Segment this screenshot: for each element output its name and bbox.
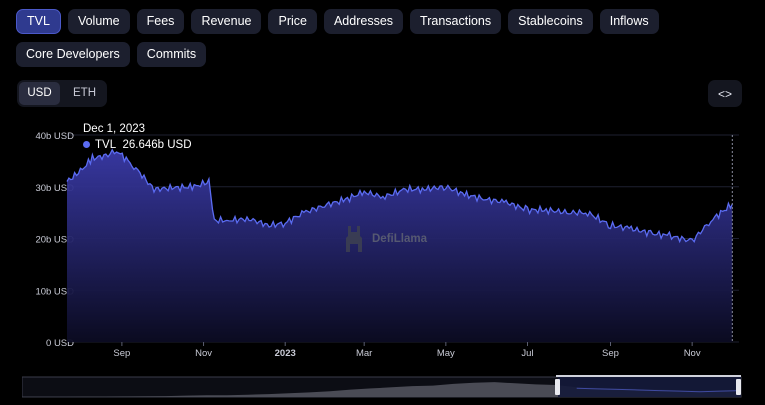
tooltip-value: 26.646b USD [122,139,192,151]
x-tick-label: Jul [521,348,533,359]
slider-left-handle[interactable] [555,379,560,395]
tab-stablecoins[interactable]: Stablecoins [508,9,593,34]
tab-price[interactable]: Price [268,9,317,34]
x-tick-label: 2023 [275,348,296,359]
llama-logo-icon [346,226,362,252]
y-tick-label: 40b USD [35,131,74,142]
tab-inflows[interactable]: Inflows [599,9,659,34]
tab-revenue[interactable]: Revenue [191,9,262,34]
x-tick-label: Mar [356,348,372,359]
x-axis: Sep Nov 2023 Mar May Jul Sep Nov [113,342,701,359]
tab-addresses[interactable]: Addresses [323,9,404,34]
range-slider[interactable] [22,375,742,399]
tab-commits[interactable]: Commits [136,42,207,67]
x-tick-label: Sep [113,348,130,359]
x-tick-label: Nov [684,348,701,359]
tooltip-row: TVL 26.646b USD [83,137,192,153]
tab-volume[interactable]: Volume [67,9,130,34]
currency-usd-option[interactable]: USD [19,82,60,105]
slider-top-bar[interactable] [556,375,741,377]
defillama-watermark: DefiLlama [342,224,427,254]
tab-tvl[interactable]: TVL [16,9,61,34]
watermark-text: DefiLlama [372,233,427,245]
slider-right-handle[interactable] [736,379,741,395]
tab-core-developers[interactable]: Core Developers [16,42,130,67]
x-tick-label: May [437,348,455,359]
tab-fees[interactable]: Fees [136,9,185,34]
tab-transactions[interactable]: Transactions [410,9,502,34]
chart-tooltip: Dec 1, 2023 TVL 26.646b USD [83,121,192,153]
code-brackets-icon: <> [717,86,732,101]
metric-tabs: TVL Volume Fees Revenue Price Addresses … [16,9,756,67]
series-dot-icon [83,141,90,149]
currency-toggle: USD ETH [17,80,107,107]
tooltip-date: Dec 1, 2023 [83,123,146,135]
x-tick-label: Nov [195,348,212,359]
x-tick-label: Sep [602,348,619,359]
embed-code-button[interactable]: <> [708,80,742,107]
currency-eth-option[interactable]: ETH [64,82,105,105]
tooltip-series: TVL [95,139,117,151]
slider-selection [558,377,741,397]
